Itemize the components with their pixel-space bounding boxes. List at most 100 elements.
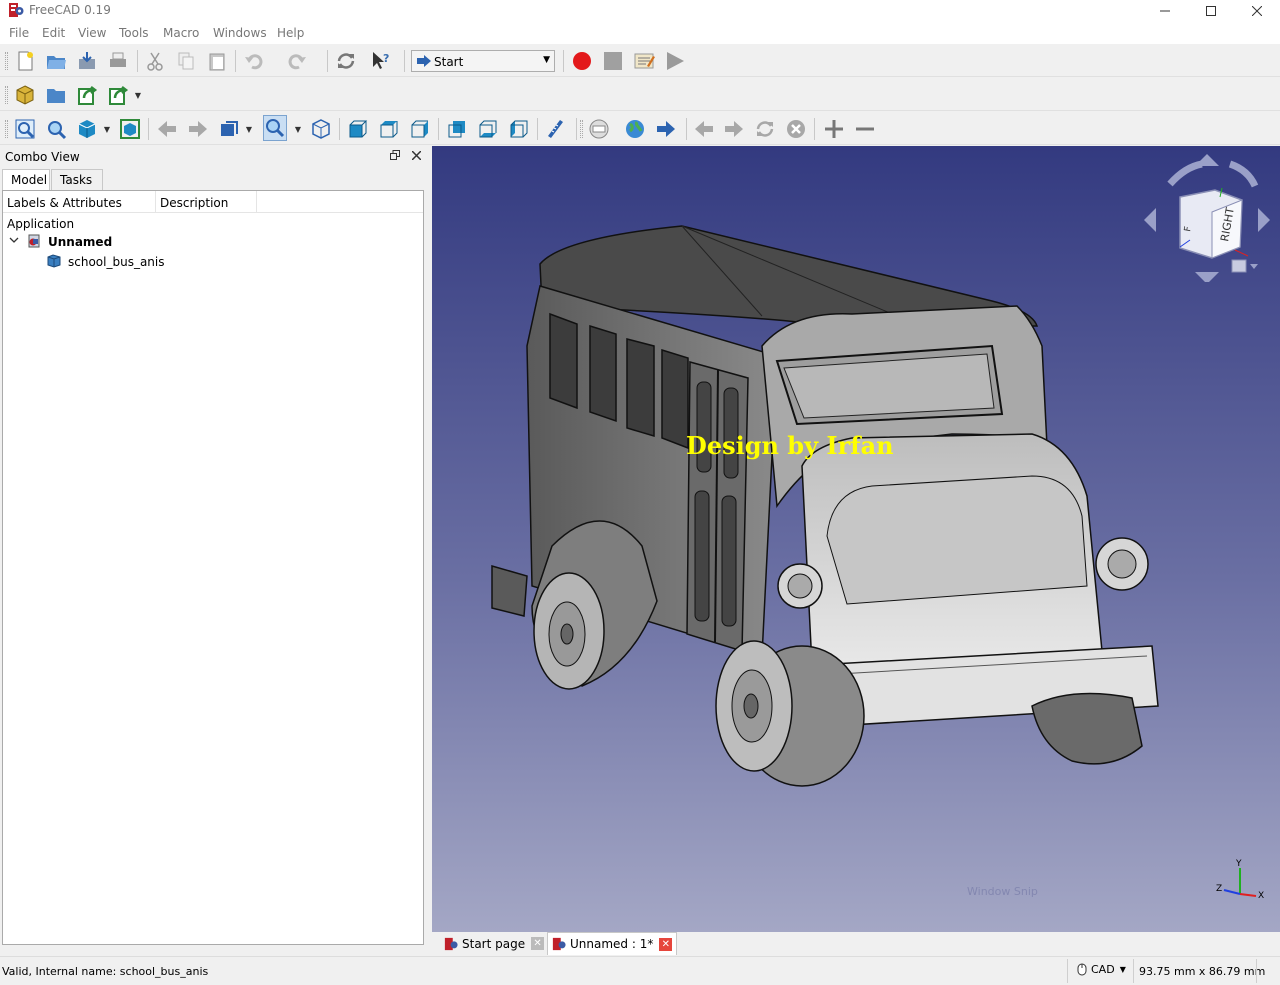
web-open-button[interactable] [653, 116, 679, 142]
standard-views-dropdown[interactable]: ▼ [294, 116, 302, 142]
document-icon [27, 234, 41, 251]
create-group-button[interactable] [43, 82, 69, 108]
view-isometric-button[interactable] [308, 116, 334, 142]
menu-tools[interactable]: Tools [119, 26, 149, 40]
zoom-in-button[interactable] [821, 116, 847, 142]
create-part-button[interactable] [12, 82, 38, 108]
close-tab-button[interactable]: ✕ [531, 937, 545, 950]
maximize-icon [1206, 6, 1216, 16]
column-description[interactable]: Description [160, 196, 228, 210]
toolbar-handle[interactable] [5, 86, 8, 104]
menu-file[interactable]: File [9, 26, 29, 40]
fit-selection-button[interactable] [43, 116, 69, 142]
link-actions-button[interactable] [105, 82, 131, 108]
new-document-button[interactable] [12, 48, 38, 74]
tree-item-document[interactable]: Unnamed [48, 235, 112, 249]
open-button[interactable] [43, 48, 69, 74]
close-tab-button[interactable]: ✕ [659, 937, 673, 951]
web-forward-button[interactable] [721, 116, 747, 142]
web-stop-load-button[interactable] [783, 116, 809, 142]
print-button[interactable] [105, 48, 131, 74]
cut-button[interactable] [142, 48, 168, 74]
freecad-logo-icon [9, 3, 24, 17]
view-menu-icon[interactable] [1231, 259, 1247, 273]
rotate-right-icon[interactable] [1228, 160, 1259, 188]
nav-arrow-right-icon[interactable] [1258, 208, 1270, 232]
float-panel-button[interactable] [388, 148, 402, 162]
status-message: Valid, Internal name: school_bus_anis [2, 965, 209, 978]
menu-view[interactable]: View [78, 26, 106, 40]
undo-button[interactable] [241, 48, 267, 74]
tree-item-object[interactable]: school_bus_anis [68, 255, 165, 269]
sync-view-button[interactable] [216, 116, 242, 142]
web-refresh-button[interactable] [752, 116, 778, 142]
web-stop-button[interactable] [586, 116, 612, 142]
web-back-button[interactable] [691, 116, 717, 142]
nav-arrow-left-icon[interactable] [1144, 208, 1156, 232]
navigation-style-selector[interactable]: CAD ▼ [1077, 963, 1126, 976]
link-actions-dropdown[interactable]: ▼ [134, 82, 142, 108]
minimize-button[interactable] [1142, 0, 1188, 22]
copy-button[interactable] [173, 48, 199, 74]
3d-viewport[interactable]: Design by Irfan RIGHT F Window Snip Y X … [432, 146, 1280, 932]
nav-arrow-up-icon[interactable] [1195, 154, 1219, 166]
rotate-left-icon[interactable] [1167, 160, 1203, 187]
tab-model[interactable]: Model [2, 169, 50, 190]
folder-icon [47, 89, 65, 103]
create-link-button[interactable] [74, 82, 100, 108]
stop-macro-button[interactable] [600, 48, 626, 74]
close-icon [1252, 6, 1262, 16]
nav-arrow-down-icon[interactable] [1195, 272, 1219, 282]
view-bottom-button[interactable] [475, 116, 501, 142]
sync-view-dropdown[interactable]: ▼ [245, 116, 253, 142]
close-window-button[interactable] [1234, 0, 1280, 22]
back-button[interactable] [154, 116, 180, 142]
draw-style-dropdown[interactable]: ▼ [103, 116, 111, 142]
view-left-icon [510, 120, 528, 138]
menu-edit[interactable]: Edit [42, 26, 65, 40]
scissors-icon [147, 52, 163, 71]
web-page-icon [589, 119, 609, 139]
measure-distance-button[interactable] [542, 116, 568, 142]
navigation-cube[interactable]: RIGHT F [1140, 152, 1270, 282]
view-left-button[interactable] [506, 116, 532, 142]
toolbar-handle[interactable] [5, 52, 8, 70]
draw-style-button[interactable] [74, 116, 100, 142]
bounding-box-button[interactable] [117, 116, 143, 142]
folder-open-icon [47, 56, 66, 69]
tab-unnamed[interactable]: Unnamed : 1* ✕ [547, 932, 677, 955]
save-button[interactable] [74, 48, 100, 74]
view-front-button[interactable] [345, 116, 371, 142]
zoom-out-button[interactable] [852, 116, 878, 142]
standard-views-button[interactable] [263, 115, 287, 141]
web-home-button[interactable] [622, 116, 648, 142]
redo-button[interactable] [284, 48, 310, 74]
view-rear-button[interactable] [444, 116, 470, 142]
toolbar-handle[interactable] [5, 120, 8, 138]
arrow-right-icon [417, 55, 431, 67]
column-labels-attributes[interactable]: Labels & Attributes [7, 196, 122, 210]
edit-macro-icon [634, 53, 655, 69]
menu-windows[interactable]: Windows [213, 26, 267, 40]
save-icon [79, 52, 95, 69]
run-macro-button[interactable] [662, 48, 688, 74]
view-right-button[interactable] [407, 116, 433, 142]
edit-macro-button[interactable] [631, 48, 657, 74]
workbench-selector[interactable]: Start ▼ [411, 50, 555, 72]
whats-this-button[interactable]: ? [368, 48, 394, 74]
view-top-button[interactable] [376, 116, 402, 142]
record-macro-button[interactable] [569, 48, 595, 74]
menu-help[interactable]: Help [277, 26, 304, 40]
refresh-button[interactable] [333, 48, 359, 74]
paste-button[interactable] [204, 48, 230, 74]
maximize-button[interactable] [1188, 0, 1234, 22]
fit-all-button[interactable] [12, 116, 38, 142]
mouse-icon [1077, 963, 1087, 976]
tab-tasks[interactable]: Tasks [51, 169, 103, 190]
chevron-down-icon[interactable] [9, 235, 19, 248]
close-panel-button[interactable] [409, 148, 423, 162]
forward-button[interactable] [185, 116, 211, 142]
menu-macro[interactable]: Macro [163, 26, 199, 40]
toolbar-handle[interactable] [580, 120, 583, 138]
tab-start-page[interactable]: Start page ✕ [440, 932, 546, 955]
